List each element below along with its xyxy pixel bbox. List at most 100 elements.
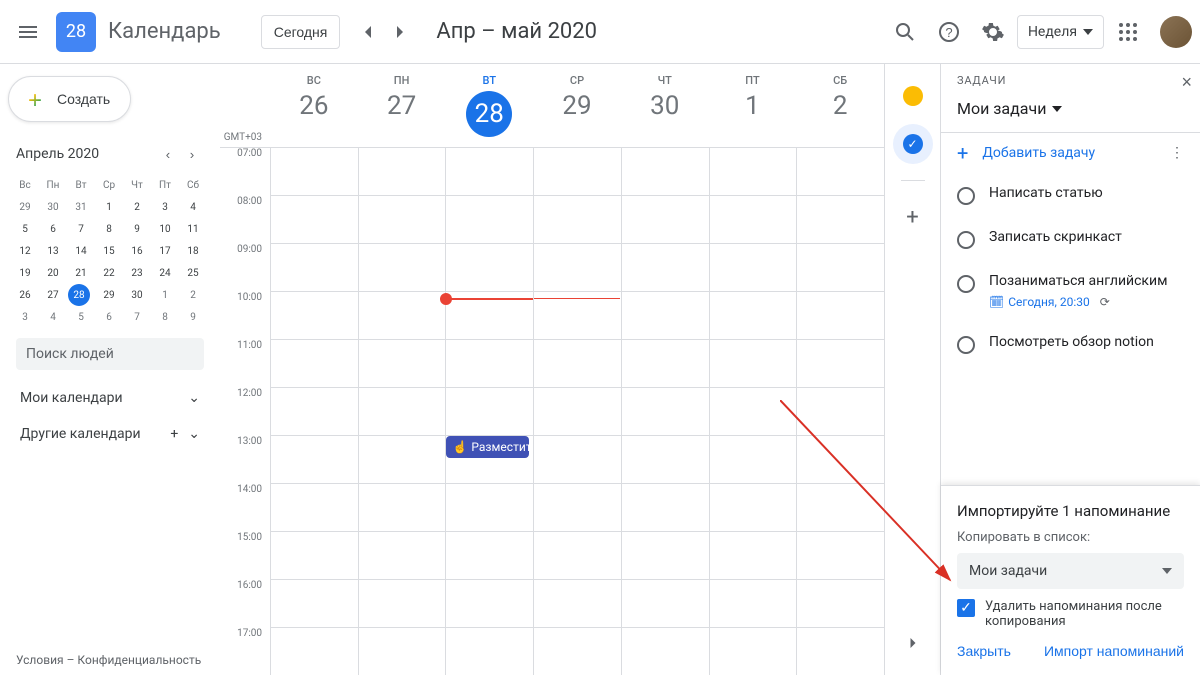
mini-cal-day[interactable]: 5 (68, 306, 94, 328)
mini-cal-day[interactable]: 8 (96, 218, 122, 240)
hour-label: 09:00 (220, 244, 270, 292)
main-menu-button[interactable] (8, 12, 48, 52)
search-people-input[interactable]: Поиск людей (16, 338, 204, 370)
mini-cal-day[interactable]: 1 (152, 284, 178, 306)
mini-cal-day[interactable]: 30 (40, 196, 66, 218)
mini-cal-day[interactable]: 4 (180, 196, 206, 218)
mini-cal-day[interactable]: 19 (12, 262, 38, 284)
mini-cal-day[interactable]: 7 (124, 306, 150, 328)
next-week-button[interactable] (384, 16, 416, 48)
mini-cal-day[interactable]: 28 (68, 284, 90, 306)
mini-calendar[interactable]: ВсПнВтСрЧтПтСб29303112345678910111213141… (8, 174, 212, 328)
keep-button[interactable] (893, 76, 933, 116)
today-button[interactable]: Сегодня (261, 15, 341, 49)
mini-prev-button[interactable]: ‹ (156, 142, 180, 166)
mini-cal-day[interactable]: 2 (180, 284, 206, 306)
plus-icon[interactable]: + (170, 426, 178, 442)
create-button[interactable]: Создать (8, 76, 131, 122)
day-header[interactable]: ВС26 (270, 64, 358, 147)
mini-cal-day[interactable]: 5 (12, 218, 38, 240)
mini-cal-day[interactable]: 10 (152, 218, 178, 240)
day-header[interactable]: ВТ28 (445, 64, 533, 147)
day-header[interactable]: ЧТ30 (621, 64, 709, 147)
mini-cal-day[interactable]: 4 (40, 306, 66, 328)
mini-cal-day[interactable]: 18 (180, 240, 206, 262)
prev-week-button[interactable] (352, 16, 384, 48)
timezone-label: GMT+03 (220, 64, 270, 147)
mini-cal-day[interactable]: 22 (96, 262, 122, 284)
mini-cal-day[interactable]: 1 (96, 196, 122, 218)
mini-cal-day[interactable]: 26 (12, 284, 38, 306)
day-header[interactable]: ПТ1 (709, 64, 797, 147)
task-date[interactable]: 🗓Сегодня, 20:30⟳ (989, 295, 1110, 309)
day-column[interactable] (621, 148, 709, 675)
mini-cal-day[interactable]: 9 (124, 218, 150, 240)
day-header[interactable]: ПН27 (358, 64, 446, 147)
mini-cal-day[interactable]: 29 (96, 284, 122, 306)
day-header[interactable]: СБ2 (796, 64, 884, 147)
search-button[interactable] (885, 12, 925, 52)
import-list-select[interactable]: Мои задачи (957, 553, 1184, 589)
mini-cal-day[interactable]: 17 (152, 240, 178, 262)
date-range-label: Апр – май 2020 (436, 19, 597, 44)
mini-cal-day[interactable]: 29 (12, 196, 38, 218)
task-item[interactable]: Записать скринкаст (941, 217, 1200, 261)
mini-cal-day[interactable]: 14 (68, 240, 94, 262)
mini-cal-day[interactable]: 12 (12, 240, 38, 262)
footer-links[interactable]: Условия – Конфиденциальность (16, 653, 201, 667)
add-addon-button[interactable]: + (893, 197, 933, 237)
other-calendars-toggle[interactable]: Другие календари+⌄ (8, 416, 212, 452)
mini-cal-day[interactable]: 2 (124, 196, 150, 218)
task-circle[interactable] (957, 336, 975, 354)
add-task-row[interactable]: + Добавить задачу ⋮ (941, 132, 1200, 173)
day-column[interactable] (709, 148, 797, 675)
mini-cal-day[interactable]: 21 (68, 262, 94, 284)
day-column[interactable] (270, 148, 358, 675)
mini-cal-day[interactable]: 16 (124, 240, 150, 262)
task-item[interactable]: Посмотреть обзор notion (941, 322, 1200, 366)
my-calendars-toggle[interactable]: Мои календари⌄ (8, 380, 212, 416)
mini-cal-day[interactable]: 15 (96, 240, 122, 262)
mini-cal-day[interactable]: 30 (124, 284, 150, 306)
mini-cal-day[interactable]: 6 (40, 218, 66, 240)
mini-cal-day[interactable]: 31 (68, 196, 94, 218)
mini-cal-day[interactable]: 24 (152, 262, 178, 284)
avatar[interactable] (1160, 16, 1192, 48)
delete-after-copy-checkbox[interactable]: ✓ Удалить напоминания после копирования (957, 599, 1184, 629)
task-item[interactable]: Позаниматься английским🗓Сегодня, 20:30⟳ (941, 261, 1200, 322)
mini-cal-day[interactable]: 8 (152, 306, 178, 328)
mini-cal-day[interactable]: 23 (124, 262, 150, 284)
day-column[interactable] (796, 148, 884, 675)
hide-panel-button[interactable] (893, 623, 933, 663)
tasks-button[interactable]: ✓ (893, 124, 933, 164)
tasks-list-selector[interactable]: Мои задачи (941, 99, 1200, 132)
mini-cal-day[interactable]: 13 (40, 240, 66, 262)
mini-cal-day[interactable]: 11 (180, 218, 206, 240)
help-button[interactable]: ? (929, 12, 969, 52)
mini-cal-day[interactable]: 9 (180, 306, 206, 328)
task-circle[interactable] (957, 275, 975, 293)
mini-cal-day[interactable]: 6 (96, 306, 122, 328)
task-menu-button[interactable]: ⋮ (1170, 145, 1184, 161)
day-header[interactable]: СР29 (533, 64, 621, 147)
calendar-event[interactable]: ☝Разместит (446, 436, 529, 458)
day-column[interactable]: ☝Разместит (445, 148, 533, 675)
mini-cal-day[interactable]: 27 (40, 284, 66, 306)
mini-cal-day[interactable]: 20 (40, 262, 66, 284)
mini-next-button[interactable]: › (180, 142, 204, 166)
mini-cal-day[interactable]: 25 (180, 262, 206, 284)
mini-cal-day[interactable]: 7 (68, 218, 94, 240)
apps-button[interactable] (1108, 12, 1148, 52)
close-tasks-button[interactable]: × (1181, 72, 1192, 93)
mini-cal-day[interactable]: 3 (12, 306, 38, 328)
day-column[interactable] (358, 148, 446, 675)
task-circle[interactable] (957, 231, 975, 249)
task-circle[interactable] (957, 187, 975, 205)
settings-button[interactable] (973, 12, 1013, 52)
import-close-button[interactable]: Закрыть (957, 643, 1011, 659)
day-column[interactable] (533, 148, 621, 675)
task-item[interactable]: Написать статью (941, 173, 1200, 217)
mini-cal-day[interactable]: 3 (152, 196, 178, 218)
view-selector[interactable]: Неделя (1017, 15, 1104, 49)
import-confirm-button[interactable]: Импорт напоминаний (1044, 643, 1184, 659)
